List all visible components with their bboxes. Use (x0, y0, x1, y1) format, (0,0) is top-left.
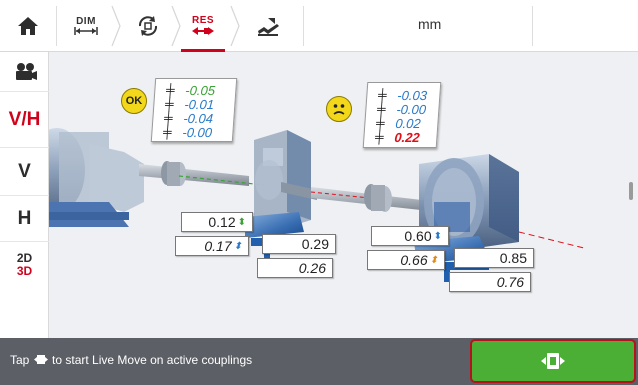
live-move-button[interactable] (470, 339, 636, 383)
machine-edit-icon (258, 17, 279, 36)
ok-status-text: OK (125, 95, 143, 107)
motor-rear-vertical-text: 0.85 (499, 250, 527, 266)
vh-view-label: V/H (8, 108, 41, 130)
live-move-icon (541, 353, 565, 369)
top-toolbar: DIM RES mm (0, 0, 638, 52)
horizontal-offset-symbol: ╪ (375, 116, 386, 130)
motor-rear-horizontal-text: 0.76 (496, 274, 524, 290)
warning-status-badge (326, 96, 352, 122)
view-sidebar: V/H V H 2D 3D (0, 52, 49, 338)
vertical-offset-symbol: ╪ (377, 88, 388, 102)
gearbox-rear-vertical-value[interactable]: 0.29 (262, 234, 336, 254)
horizontal-angle-symbol: ╪ (162, 125, 173, 139)
res-button[interactable]: RES (183, 0, 223, 51)
coupling-2 (364, 184, 392, 212)
motor-front-vertical-value[interactable]: 0.60 ⬍ (371, 226, 449, 246)
2d-3d-toggle-button[interactable]: 2D 3D (0, 242, 49, 288)
dim-button[interactable]: DIM (66, 0, 106, 51)
camera-view-icon (15, 62, 37, 80)
vertical-view-button[interactable]: V (0, 148, 49, 196)
gearbox-front-horizontal-text: 0.17 (204, 238, 232, 254)
status-text-after: to start Live Move on active couplings (52, 353, 253, 367)
machine-train-3d-view[interactable]: OK ╪ -0.05 ╪ -0.01 ╪ -0.04 ╪ -0.00 ╪ -0.03 ╪ -… (49, 52, 638, 338)
gearbox-front-vertical-value[interactable]: 0.12 ⬍ (181, 212, 253, 232)
motor-front-horizontal-value[interactable]: 0.66 ⬍ (367, 250, 445, 270)
status-message: Tap to start Live Move on active couplin… (10, 353, 252, 367)
coupling-1-result-card[interactable]: ╪ -0.05 ╪ -0.01 ╪ -0.04 ╪ -0.00 (150, 78, 238, 142)
horizontal-offset-symbol: ╪ (163, 111, 174, 125)
rotate-measure-icon (138, 15, 158, 36)
unit-label[interactable]: mm (418, 16, 441, 32)
coupling-2-result-1: -0.03 (396, 87, 428, 103)
vh-view-button[interactable]: V/H (0, 92, 49, 148)
motor-rear-vertical-value[interactable]: 0.85 (454, 248, 534, 268)
coupling-1-result-3: -0.04 (182, 110, 214, 126)
gearbox-machine (245, 130, 317, 246)
coupling-2-result-2: -0.00 (395, 101, 427, 117)
res-icon (192, 27, 214, 35)
gearbox-front-horizontal-value[interactable]: 0.17 ⬍ (175, 236, 249, 256)
chevron-right-icon (171, 5, 181, 47)
gearbox-rear-horizontal-value[interactable]: 0.26 (257, 258, 333, 278)
horizontal-view-button[interactable]: H (0, 196, 49, 242)
toolbar-separator (56, 6, 57, 46)
coupling-1 (161, 161, 186, 186)
live-move-icon (33, 355, 48, 364)
coupling-2-result-3: 0.02 (394, 115, 422, 131)
sideways-arrow-icon: ⬍ (429, 254, 438, 266)
gearbox-rear-horizontal-text: 0.26 (298, 260, 326, 276)
neutral-face-icon (333, 104, 345, 115)
down-arrow-icon: ⬍ (237, 216, 246, 228)
gearbox-rear-vertical-text: 0.29 (301, 236, 329, 252)
coupling-1-result-4: -0.00 (181, 124, 213, 140)
toolbar-separator (303, 6, 304, 46)
horizontal-angle-symbol: ╪ (374, 130, 385, 144)
status-text-before: Tap (10, 353, 30, 367)
ok-status-badge: OK (121, 88, 147, 114)
chevron-right-icon (111, 5, 121, 47)
measure-button[interactable] (128, 0, 168, 51)
vertical-view-label: V (18, 160, 31, 182)
pump-machine (49, 128, 144, 227)
home-icon (18, 16, 38, 35)
coupling-1-result-1: -0.05 (184, 82, 216, 98)
panel-handle[interactable] (629, 182, 633, 200)
dim-icon (74, 27, 98, 35)
dim-label: DIM (76, 16, 96, 27)
down-arrow-icon: ⬍ (433, 230, 442, 242)
horizontal-view-label: H (17, 207, 32, 229)
coupling-2-result-4: 0.22 (393, 129, 421, 145)
home-button[interactable] (0, 0, 56, 51)
motor-rear-horizontal-value[interactable]: 0.76 (449, 272, 531, 292)
camera-view-button[interactable] (0, 52, 49, 92)
coupling-2-result-card[interactable]: ╪ -0.03 ╪ -0.00 ╪ 0.02 ╪ 0.22 (362, 82, 442, 148)
chevron-right-icon (230, 5, 240, 47)
3d-label: 3D (16, 264, 33, 278)
vertical-angle-symbol: ╪ (164, 97, 175, 111)
res-label: RES (191, 15, 215, 26)
sideways-arrow-icon: ⬍ (233, 240, 242, 252)
vertical-angle-symbol: ╪ (376, 102, 387, 116)
coupling-1-result-2: -0.01 (183, 96, 215, 112)
gearbox-front-vertical-text: 0.12 (208, 214, 236, 230)
motor-front-horizontal-text: 0.66 (400, 252, 428, 268)
toolbar-separator (532, 6, 533, 46)
motor-front-vertical-text: 0.60 (404, 228, 432, 244)
vertical-offset-symbol: ╪ (165, 83, 176, 97)
machine-edit-button[interactable] (246, 0, 290, 51)
shaft-alignment-app: DIM RES mm V/H V H 2D 3D OK ╪ -0.05 ╪ -0… (0, 0, 638, 385)
